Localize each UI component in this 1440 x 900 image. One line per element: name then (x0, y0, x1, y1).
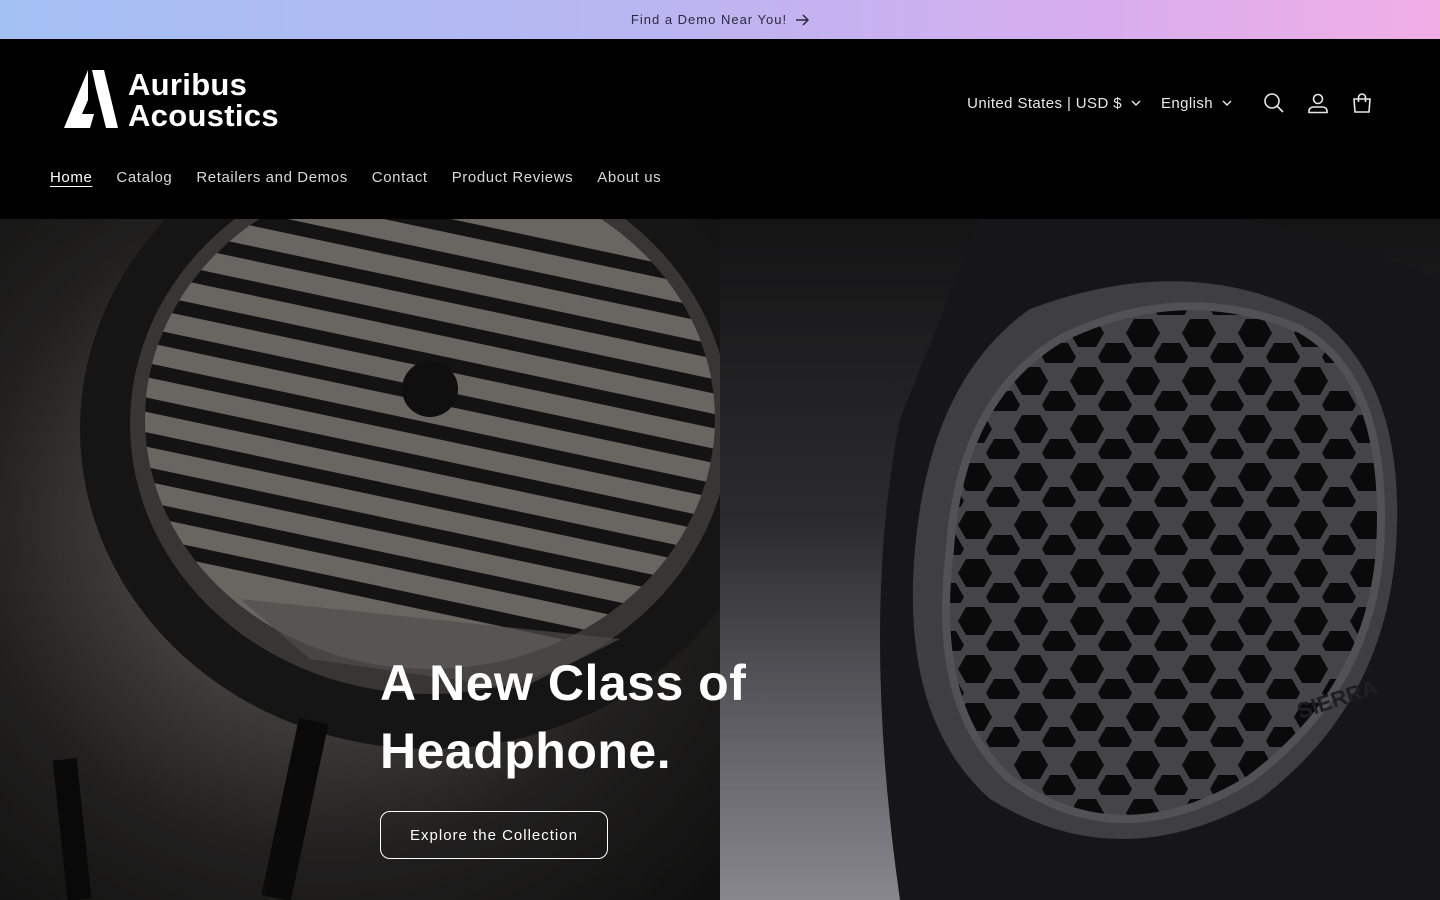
brand-line-1: Auribus (128, 67, 248, 102)
logo-mark-icon (64, 70, 118, 128)
chevron-down-icon (1131, 100, 1141, 106)
search-icon (1264, 93, 1284, 113)
brand-line-2: Acoustics (128, 98, 279, 133)
language-selector[interactable]: English (1161, 95, 1232, 112)
nav-item-retailers-and-demos[interactable]: Retailers and Demos (196, 169, 347, 186)
chevron-down-icon (1222, 100, 1232, 106)
cart-icon (1353, 93, 1371, 113)
nav-item-product-reviews[interactable]: Product Reviews (452, 169, 574, 186)
search-button[interactable] (1252, 81, 1296, 125)
site-header: Auribus Acoustics United States | USD $ … (0, 39, 1440, 219)
nav-item-catalog[interactable]: Catalog (116, 169, 172, 186)
account-button[interactable] (1296, 81, 1340, 125)
hero-title-line-1: A New Class of (380, 655, 747, 711)
nav-item-contact[interactable]: Contact (372, 169, 428, 186)
cart-button[interactable] (1340, 81, 1384, 125)
announcement-bar: Find a Demo Near You! (0, 0, 1440, 39)
header-utilities: United States | USD $ English (967, 87, 1384, 119)
explore-collection-button[interactable]: Explore the Collection (380, 811, 608, 859)
announcement-text: Find a Demo Near You! (630, 12, 788, 27)
hero-title: A New Class of Headphone. (380, 649, 840, 785)
country-selector[interactable]: United States | USD $ (967, 95, 1141, 112)
main-nav: Home Catalog Retailers and Demos Contact… (50, 169, 661, 186)
brand-wordmark: Auribus Acoustics (128, 69, 279, 131)
hero-banner: SIERRA A New Class of Headphone. Explore… (0, 219, 1440, 900)
account-icon (1308, 93, 1328, 114)
hero-title-line-2: Headphone. (380, 723, 672, 779)
nav-item-home[interactable]: Home (50, 169, 92, 186)
arrow-right-icon (796, 13, 810, 26)
hero-content: A New Class of Headphone. Explore the Co… (380, 649, 840, 859)
nav-item-about-us[interactable]: About us (597, 169, 661, 186)
announcement-link[interactable]: Find a Demo Near You! (630, 12, 810, 27)
country-selector-label: United States | USD $ (967, 94, 1122, 112)
brand-logo[interactable]: Auribus Acoustics (62, 69, 279, 131)
language-selector-label: English (1161, 94, 1213, 112)
